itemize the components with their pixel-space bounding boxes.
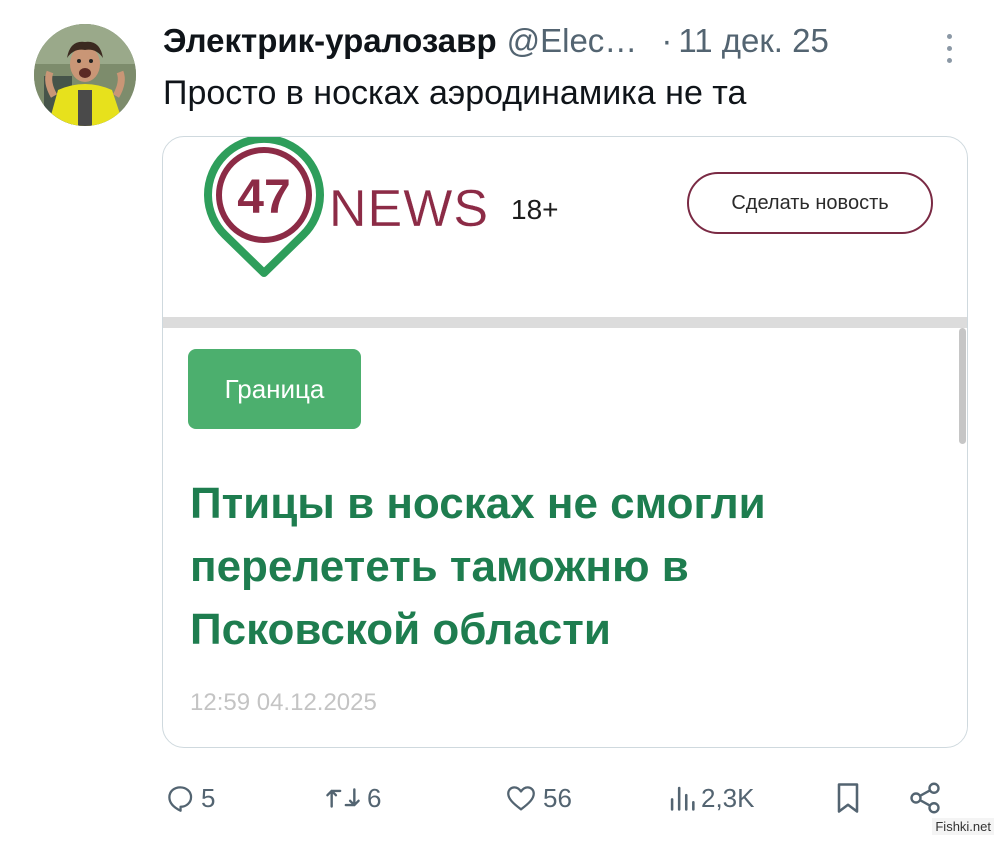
heart-icon bbox=[507, 786, 535, 811]
location-pin-icon: 47 bbox=[204, 137, 324, 277]
avatar-photo bbox=[34, 24, 136, 126]
news-logo: 47 bbox=[189, 137, 339, 282]
article-datetime: 12:59 04.12.2025 bbox=[190, 689, 377, 716]
author-avatar[interactable] bbox=[34, 24, 136, 126]
share-icon bbox=[910, 782, 940, 814]
repost-count: 6 bbox=[367, 782, 382, 813]
post-text: Просто в носках аэродинамика не та bbox=[163, 74, 747, 112]
like-button[interactable]: 56 bbox=[503, 774, 572, 822]
scrollbar-thumb[interactable] bbox=[959, 328, 966, 444]
post-header: Электрик-уралозавр @Elec… · 11 дек. 25 bbox=[163, 22, 829, 62]
author-handle[interactable]: @Elec… bbox=[507, 22, 638, 60]
post-date[interactable]: 11 дек. 25 bbox=[678, 22, 829, 60]
reply-count: 5 bbox=[201, 782, 216, 813]
article-headline[interactable]: Птицы в носках не смогли перелететь тамо… bbox=[190, 472, 890, 661]
make-news-button[interactable]: Сделать новость bbox=[687, 172, 933, 234]
author-name[interactable]: Электрик-уралозавр bbox=[163, 22, 497, 60]
category-tag[interactable]: Граница bbox=[188, 349, 361, 429]
like-count: 56 bbox=[543, 782, 572, 813]
logo-word: NEWS bbox=[329, 180, 489, 238]
news-site-header: 47 NEWS 18+ Сделать новость bbox=[163, 137, 967, 317]
header-divider bbox=[163, 317, 967, 328]
age-rating: 18+ bbox=[511, 194, 559, 225]
repost-button[interactable]: 6 bbox=[323, 774, 381, 822]
bookmark-button[interactable] bbox=[833, 774, 863, 822]
separator-dot: · bbox=[661, 22, 673, 59]
media-card[interactable]: 47 NEWS 18+ Сделать новость Граница Птиц… bbox=[162, 136, 968, 748]
watermark: Fishki.net bbox=[932, 818, 994, 835]
repost-icon bbox=[326, 788, 360, 808]
reply-icon bbox=[168, 786, 193, 812]
views-count: 2,3K bbox=[701, 782, 755, 813]
views-button[interactable]: 2,3K bbox=[667, 774, 755, 822]
logo-number: 47 bbox=[237, 171, 290, 224]
more-options-icon[interactable] bbox=[936, 28, 962, 68]
reply-button[interactable]: 5 bbox=[163, 774, 215, 822]
share-button[interactable] bbox=[907, 774, 943, 822]
bookmark-icon bbox=[837, 783, 859, 813]
post-actions: 5 6 56 2,3K bbox=[163, 774, 963, 822]
views-chart-icon bbox=[670, 786, 695, 811]
